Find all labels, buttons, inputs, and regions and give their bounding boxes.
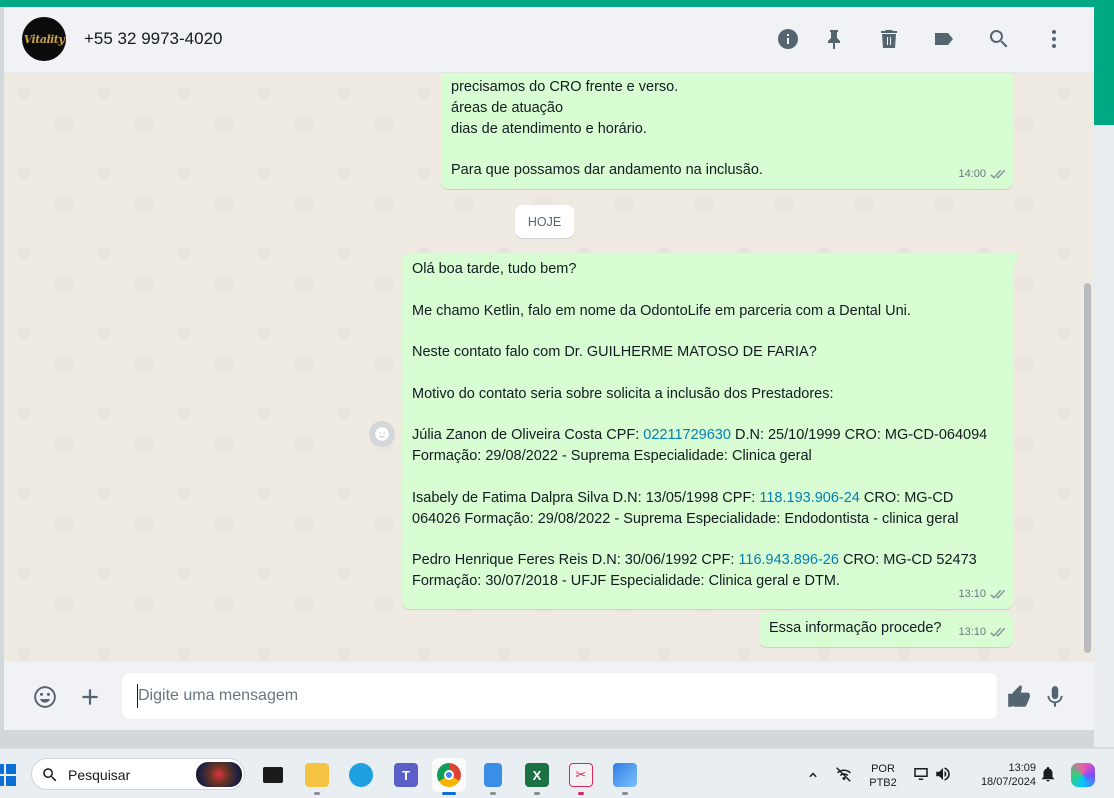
pin-icon[interactable] <box>820 25 848 53</box>
search-icon[interactable] <box>985 25 1013 53</box>
double-check-icon <box>990 169 1005 179</box>
prestador-text: Isabely de Fatima Dalpra Silva D.N: 13/0… <box>412 489 760 506</box>
snipping-tool-icon[interactable]: ✂ <box>564 758 598 795</box>
taskbar-search[interactable]: Pesquisar <box>31 758 245 790</box>
display-icon[interactable] <box>912 749 930 798</box>
message-meta: 13:10 <box>958 622 1005 643</box>
avatar-logo: Vitality <box>23 32 65 46</box>
message-text: Motivo do contato seria sobre solicita a… <box>412 385 834 402</box>
microphone-icon[interactable] <box>1040 682 1070 712</box>
message-input[interactable] <box>122 673 997 719</box>
search-label: Pesquisar <box>68 767 131 783</box>
network-off-icon[interactable] <box>835 749 853 798</box>
delete-icon[interactable] <box>875 25 903 53</box>
message-list[interactable]: precisamos do CRO frente e verso. áreas … <box>4 73 1094 662</box>
message-time: 13:10 <box>958 626 986 639</box>
prestador-text: Pedro Henrique Feres Reis D.N: 30/06/199… <box>412 552 739 569</box>
thumbs-up-icon[interactable] <box>1004 682 1034 712</box>
message-text: Olá boa tarde, tudo bem? <box>412 261 577 277</box>
file-explorer-icon[interactable] <box>300 758 334 795</box>
message-bubble[interactable]: Olá boa tarde, tudo bem? Me chamo Ketlin… <box>402 253 1021 609</box>
edge-icon[interactable] <box>344 758 378 792</box>
day-separator-chip: HOJE <box>515 205 574 238</box>
teams-icon[interactable]: T <box>389 758 423 792</box>
double-check-icon <box>990 627 1005 637</box>
windows-taskbar: Pesquisar T X ✂ POR PTB2 13:09 18/07/202… <box>0 748 1114 798</box>
message-composer <box>4 662 1094 730</box>
contact-name[interactable]: +55 32 9973-4020 <box>84 29 223 49</box>
windows-start-icon[interactable] <box>0 764 16 786</box>
task-view-icon[interactable] <box>256 758 290 792</box>
keyboard-layout: PTB2 <box>869 777 897 789</box>
cpf-link[interactable]: 118.193.906-24 <box>759 490 860 506</box>
clock-time: 13:09 <box>1008 762 1036 774</box>
chrome-icon[interactable] <box>432 758 466 795</box>
attach-plus-icon[interactable] <box>75 682 105 712</box>
prestador-text: Júlia Zanon de Oliveira Costa CPF: <box>412 427 644 444</box>
window-top-accent <box>0 0 1114 7</box>
window-right-background <box>1094 125 1114 747</box>
message-bubble[interactable]: Essa informação procede? 13:10 <box>759 612 1013 647</box>
info-icon[interactable] <box>774 25 802 53</box>
tray-chevron-icon[interactable] <box>804 749 822 798</box>
copilot-icon[interactable] <box>1066 758 1100 792</box>
message-time: 14:00 <box>958 168 986 181</box>
photos-icon[interactable] <box>608 758 642 795</box>
chat-header: Vitality +55 32 9973-4020 <box>4 7 1094 73</box>
cpf-link[interactable]: 116.943.896-26 <box>738 552 839 568</box>
notification-bell-icon[interactable] <box>1039 749 1057 798</box>
language-indicator[interactable]: POR PTB2 <box>868 762 898 790</box>
prestador-line: Pedro Henrique Feres Reis D.N: 30/06/199… <box>412 550 1004 592</box>
prestador-line: Isabely de Fatima Dalpra Silva D.N: 13/0… <box>412 488 1004 530</box>
label-icon[interactable] <box>930 25 958 53</box>
message-time: 13:10 <box>958 588 986 601</box>
prestador-line: Júlia Zanon de Oliveira Costa CPF: 02211… <box>412 425 1004 467</box>
volume-icon[interactable] <box>934 749 952 798</box>
message-text: Neste contato falo com Dr. GUILHERME MAT… <box>412 344 817 361</box>
message-text: Me chamo Ketlin, falo em nome da OdontoL… <box>412 302 911 319</box>
contact-avatar[interactable]: Vitality <box>22 17 66 61</box>
chat-scrollbar[interactable] <box>1084 283 1091 653</box>
whatsapp-window: Vitality +55 32 9973-4020 precisamos do … <box>4 7 1094 730</box>
message-meta: 14:00 <box>958 164 1005 185</box>
smiley-icon <box>375 427 389 441</box>
clock-date: 18/07/2024 <box>980 776 1036 788</box>
message-text: Para que possamos dar andamento na inclu… <box>451 162 763 179</box>
notepad-icon[interactable] <box>476 758 510 795</box>
cpf-link[interactable]: 02211729630 <box>643 427 731 443</box>
text-caret <box>137 684 138 708</box>
bubble-tail <box>1013 253 1021 266</box>
search-highlight-image <box>196 762 242 787</box>
taskbar-clock[interactable]: 13:09 18/07/2024 <box>966 761 1036 789</box>
message-bubble[interactable]: precisamos do CRO frente e verso. áreas … <box>441 73 1013 189</box>
language-code: POR <box>871 763 895 775</box>
emoji-icon[interactable] <box>30 682 60 712</box>
message-meta: 13:10 <box>958 584 1005 605</box>
reaction-button[interactable] <box>369 421 395 447</box>
search-icon <box>41 766 59 784</box>
menu-icon[interactable] <box>1040 25 1068 53</box>
double-check-icon <box>990 589 1005 599</box>
excel-icon[interactable]: X <box>520 758 554 795</box>
window-right-accent <box>1094 7 1114 125</box>
message-text: precisamos do CRO frente e verso. áreas … <box>451 79 679 137</box>
